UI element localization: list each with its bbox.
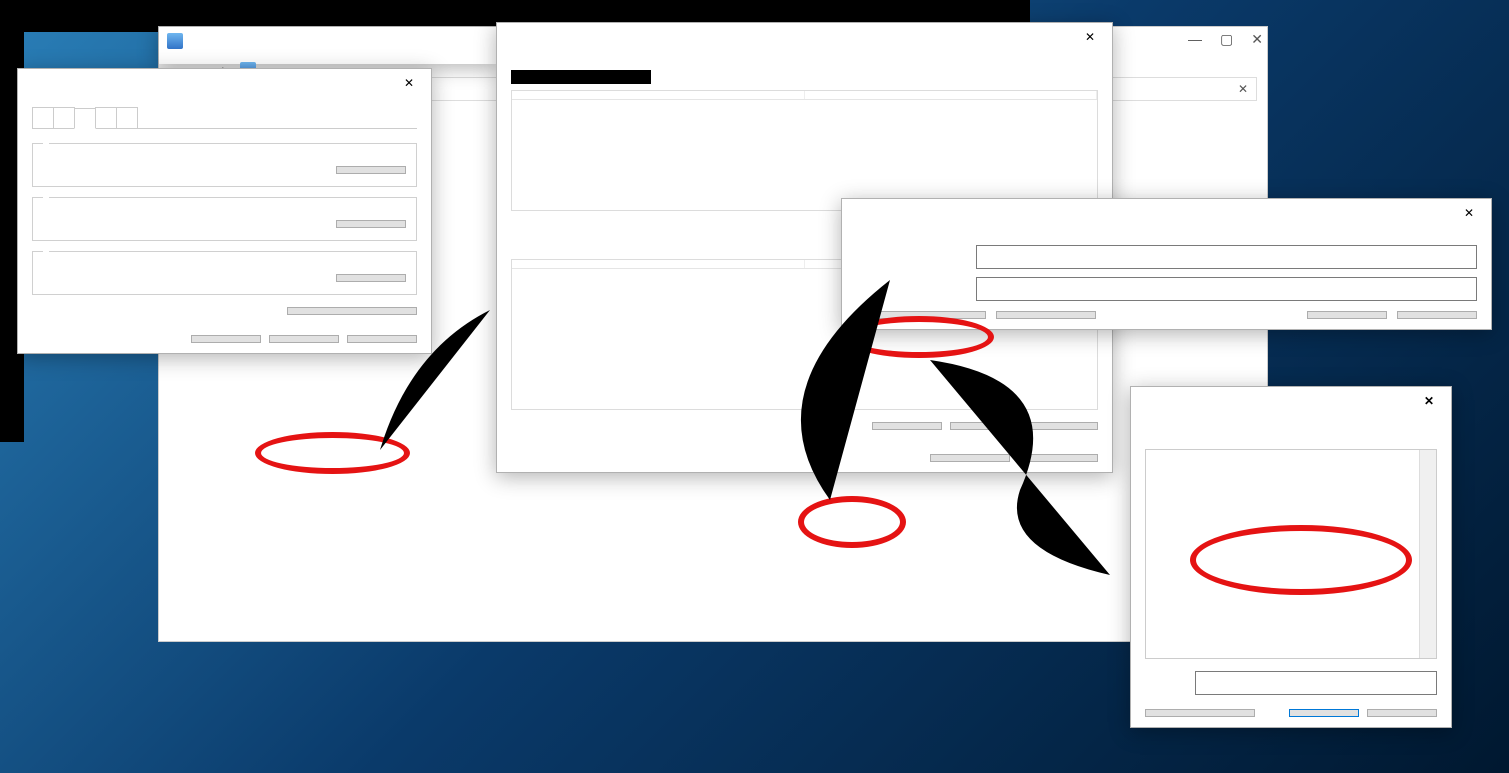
tab-hardware[interactable]	[53, 107, 75, 128]
close-icon[interactable]: ✕	[1251, 31, 1263, 48]
user-profiles-settings-button[interactable]	[336, 220, 406, 228]
cancel-button[interactable]	[1018, 454, 1098, 462]
col-value[interactable]	[805, 91, 1098, 99]
system-new-button[interactable]	[872, 422, 942, 430]
control-panel-icon	[167, 33, 183, 49]
startup-settings-button[interactable]	[336, 274, 406, 282]
redacted-username	[511, 70, 651, 84]
environment-variables-button[interactable]	[287, 307, 417, 315]
cancel-button[interactable]	[269, 335, 339, 343]
make-new-folder-button[interactable]	[1145, 709, 1255, 717]
user-vars-table[interactable]	[511, 90, 1098, 211]
performance-group	[32, 143, 417, 187]
browse-file-button[interactable]	[996, 311, 1096, 319]
col-variable[interactable]	[512, 260, 805, 268]
tab-remote[interactable]	[116, 107, 138, 128]
close-icon[interactable]: ✕	[1455, 206, 1483, 220]
sysprops-tabs	[32, 107, 417, 129]
variable-name-input[interactable]	[976, 245, 1477, 269]
browse-for-folder-window: ✕	[1130, 386, 1452, 728]
address-clear-icon[interactable]: ✕	[1238, 82, 1248, 96]
ok-button[interactable]	[1289, 709, 1359, 717]
system-edit-button[interactable]	[950, 422, 1020, 430]
close-icon[interactable]: ✕	[395, 76, 423, 90]
folder-tree[interactable]	[1145, 449, 1437, 659]
system-delete-button[interactable]	[1028, 422, 1098, 430]
performance-settings-button[interactable]	[336, 166, 406, 174]
folder-input[interactable]	[1195, 671, 1437, 695]
close-icon[interactable]: ✕	[1415, 394, 1443, 408]
tree-scrollbar[interactable]	[1419, 450, 1436, 658]
col-variable[interactable]	[512, 91, 805, 99]
ok-button[interactable]	[1307, 311, 1387, 319]
user-profiles-group	[32, 197, 417, 241]
variable-value-input[interactable]	[976, 277, 1477, 301]
startup-group	[32, 251, 417, 295]
tab-computer-name[interactable]	[32, 107, 54, 128]
cancel-button[interactable]	[1367, 709, 1437, 717]
ok-button[interactable]	[930, 454, 1010, 462]
tab-system-protection[interactable]	[95, 107, 117, 128]
apply-button[interactable]	[347, 335, 417, 343]
system-properties-window: ✕	[17, 68, 432, 354]
tab-advanced[interactable]	[74, 108, 96, 129]
maximize-icon[interactable]: ▢	[1220, 31, 1233, 48]
new-system-variable-window: ✕	[841, 198, 1492, 330]
browse-directory-button[interactable]	[856, 311, 986, 319]
minimize-icon[interactable]: —	[1188, 31, 1202, 48]
ok-button[interactable]	[191, 335, 261, 343]
cancel-button[interactable]	[1397, 311, 1477, 319]
close-icon[interactable]: ✕	[1076, 30, 1104, 44]
